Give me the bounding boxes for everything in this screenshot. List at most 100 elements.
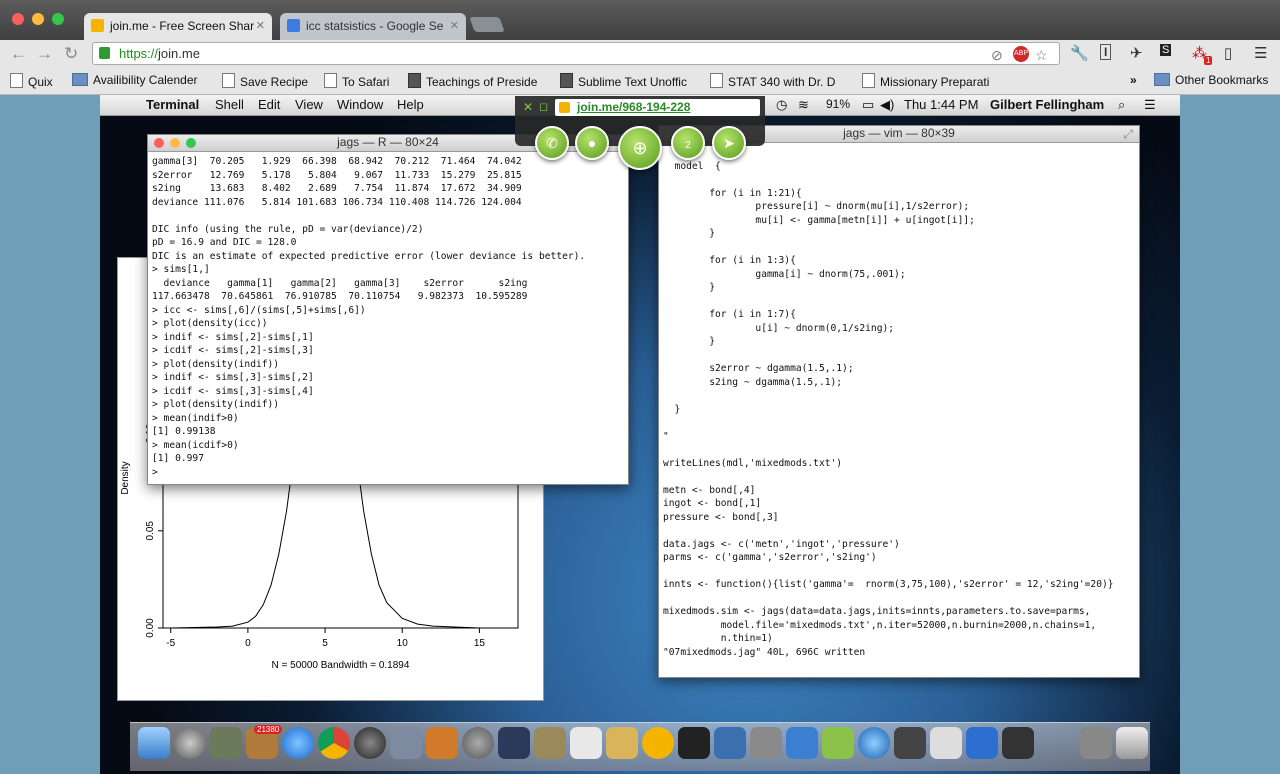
wrench-extension-icon[interactable]: 🔧	[1070, 44, 1089, 62]
battery-icon: ▭	[862, 97, 875, 112]
folder-icon	[1154, 73, 1170, 86]
tab-close-icon[interactable]: ✕	[256, 19, 265, 32]
facetime-icon[interactable]	[894, 727, 926, 759]
app-store-icon[interactable]	[282, 727, 314, 759]
forward-arrow-icon[interactable]: →	[36, 44, 53, 64]
joinme-link-box[interactable]: join.me/968-194-228	[555, 99, 760, 116]
address-bar[interactable]: https://join.me ⊘ ABP ☆	[92, 42, 1060, 65]
lock-icon	[99, 47, 110, 59]
volume-icon[interactable]: ◀)	[880, 97, 894, 113]
joinme-link[interactable]: join.me/968-194-228	[577, 100, 690, 114]
battery-status[interactable]: 91%	[826, 97, 850, 111]
vim-window[interactable]: jags — vim — 80×39 ⤢ model { for (i in 1…	[658, 125, 1140, 678]
bookmark-quix[interactable]: Quix	[10, 73, 53, 89]
bookmark-missionary[interactable]: Missionary Preparati	[862, 73, 989, 89]
textedit-icon[interactable]	[570, 727, 602, 759]
spotlight-search-icon[interactable]: ⌕	[1118, 97, 1125, 113]
notification-center-icon[interactable]: ☰	[1144, 97, 1156, 113]
instapaper-icon[interactable]: I	[1100, 44, 1112, 60]
blocked-icon[interactable]: ⊘	[991, 47, 1003, 64]
word-icon[interactable]	[786, 727, 818, 759]
star-icon[interactable]: ☆	[1035, 47, 1048, 64]
preview-icon[interactable]	[390, 727, 422, 759]
r-console-window[interactable]: jags — R — 80×24 gamma[3] 70.205 1.929 6…	[147, 134, 629, 485]
system-preferences-icon[interactable]	[750, 727, 782, 759]
menu-edit[interactable]: Edit	[258, 97, 280, 112]
downloads-stack-icon[interactable]	[1080, 727, 1112, 759]
word-doc-icon[interactable]	[966, 727, 998, 759]
texshop-icon[interactable]	[534, 727, 566, 759]
document-icon[interactable]	[930, 727, 962, 759]
dashboard-icon[interactable]	[354, 727, 386, 759]
menu-view[interactable]: View	[295, 97, 323, 112]
page-icon	[324, 73, 337, 88]
tab-google-search[interactable]: icc statsistics - Google Se ✕	[280, 13, 466, 40]
time-machine-icon[interactable]: ◷	[776, 97, 787, 113]
back-arrow-icon[interactable]: ←	[10, 44, 27, 64]
google-favicon-icon	[287, 19, 300, 32]
itunes-icon[interactable]	[858, 727, 890, 759]
finder-icon[interactable]	[138, 727, 170, 759]
x-tick-label: 15	[474, 638, 486, 649]
tab-label: icc statsistics - Google Se	[306, 19, 444, 33]
page-icon	[222, 73, 235, 88]
menu-shell[interactable]: Shell	[215, 97, 244, 112]
menu-window[interactable]: Window	[337, 97, 383, 112]
menu-help[interactable]: Help	[397, 97, 424, 112]
bookmarks-overflow-chevron-icon[interactable]: »	[1130, 73, 1137, 87]
wifi-icon[interactable]: ≋	[798, 97, 809, 113]
pointer-icon[interactable]: ➤	[712, 126, 746, 160]
bookmark-teachings[interactable]: Teachings of Preside	[408, 73, 537, 89]
zoom-window-button[interactable]	[52, 13, 64, 25]
mail-icon[interactable]	[210, 727, 242, 759]
r-console-output[interactable]: gamma[3] 70.205 1.929 66.398 68.942 70.2…	[148, 152, 628, 482]
launchpad-icon[interactable]	[174, 727, 206, 759]
bookmark-sublime-text[interactable]: Sublime Text Unoffic	[560, 73, 687, 89]
contacts-icon[interactable]	[606, 727, 638, 759]
pandora-icon[interactable]	[498, 727, 530, 759]
y-tick-label: 0.05	[145, 521, 156, 541]
bookmark-save-recipe[interactable]: Save Recipe	[222, 73, 308, 89]
menu-icon[interactable]: ☰	[1254, 44, 1267, 62]
reload-icon[interactable]: ↻	[64, 44, 78, 64]
extension-badge: 1	[1204, 56, 1213, 65]
zoom-window-button[interactable]	[186, 138, 196, 148]
new-tab-button[interactable]	[469, 17, 505, 32]
phone-call-icon[interactable]: ✆	[535, 126, 569, 160]
vlc-icon[interactable]	[426, 727, 458, 759]
close-window-button[interactable]	[154, 138, 164, 148]
dock-badge: 21380	[254, 725, 283, 734]
other-bookmarks[interactable]: Other Bookmarks	[1154, 73, 1268, 87]
zoom-in-icon[interactable]: ⊕	[618, 126, 662, 170]
terminal-icon[interactable]	[678, 727, 710, 759]
menu-user[interactable]: Gilbert Fellingham	[990, 97, 1104, 112]
participants-icon[interactable]: 2	[671, 126, 705, 160]
bookmark-to-safari[interactable]: To Safari	[324, 73, 389, 89]
adblock-icon[interactable]: ABP	[1013, 46, 1029, 62]
network-icon[interactable]	[714, 727, 746, 759]
bookmark-stat-340[interactable]: STAT 340 with Dr. D	[710, 73, 835, 89]
minimize-window-button[interactable]	[170, 138, 180, 148]
menu-app-terminal[interactable]: Terminal	[146, 97, 199, 112]
tab-close-icon[interactable]: ✕	[450, 19, 459, 32]
evernote-icon[interactable]	[822, 727, 854, 759]
joinme-dock-icon[interactable]	[642, 727, 674, 759]
chrome-icon[interactable]	[318, 727, 350, 759]
close-window-button[interactable]	[12, 13, 24, 25]
fullscreen-icon[interactable]: ⤢	[1123, 127, 1133, 142]
minimize-toolbar-icon[interactable]: ◻	[539, 100, 548, 113]
page-icon	[408, 73, 421, 88]
menu-clock[interactable]: Thu 1:44 PM	[904, 97, 978, 112]
tab-joinme[interactable]: join.me - Free Screen Shar ✕	[84, 13, 272, 40]
window-thumbnail-icon[interactable]	[1002, 727, 1034, 759]
minimize-window-button[interactable]	[32, 13, 44, 25]
vim-editor-content[interactable]: model { for (i in 1:21){ pressure[i] ~ d…	[659, 143, 1139, 662]
chat-bubble-icon[interactable]: ●	[575, 126, 609, 160]
phone-extension-icon[interactable]: ▯	[1224, 44, 1232, 62]
close-session-icon[interactable]: ✕	[523, 100, 533, 114]
trash-icon[interactable]	[1116, 727, 1148, 759]
pin-icon[interactable]: ✈	[1130, 44, 1143, 62]
bookmark-availability-calender[interactable]: Availibility Calender	[72, 73, 198, 87]
r-icon[interactable]	[462, 727, 494, 759]
s-extension-icon[interactable]: S	[1160, 44, 1172, 56]
